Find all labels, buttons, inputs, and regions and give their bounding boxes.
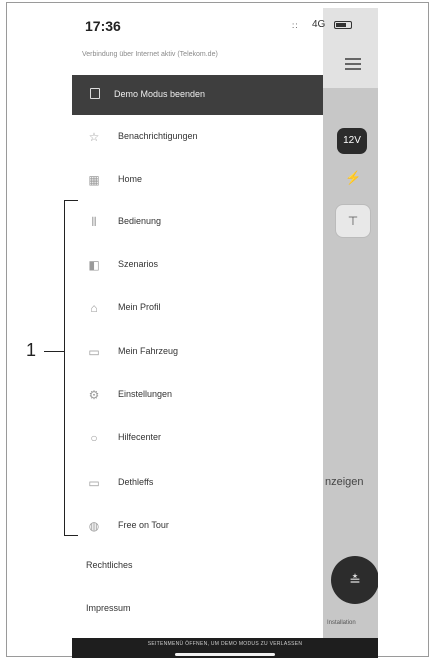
phone-screen: 12V ⚡ ⊤ nzeigen ≛ Installation Verbindun… [72, 8, 378, 658]
callout-line [44, 351, 64, 352]
connection-notice: Verbindung über Internet aktiv (Telekom.… [82, 51, 218, 58]
side-drawer: Verbindung über Internet aktiv (Telekom.… [72, 8, 323, 658]
footer-text: SEITENMENÜ ÖFFNEN, UM DEMO MODUS ZU VERL… [147, 641, 303, 647]
grid-icon: ▦ [88, 173, 100, 187]
brand-icon: ▭ [88, 476, 100, 490]
signal-icon: :: [292, 21, 299, 30]
vehicle-icon: ▭ [88, 345, 100, 359]
network-label: 4G [312, 19, 326, 30]
menu-item-free-on-tour[interactable]: ◍ Free on Tour [72, 511, 323, 541]
menu-item-hilfecenter[interactable]: ○ Hilfecenter [72, 423, 323, 453]
person-icon: ⌂ [90, 301, 98, 315]
rechtliches-link[interactable]: Rechtliches [86, 560, 133, 570]
exit-icon [90, 88, 100, 99]
menu-item-label: Bedienung [118, 216, 162, 226]
menu-item-dethleffs[interactable]: ▭ Dethleffs [72, 468, 323, 498]
menu-item-label: Mein Fahrzeug [118, 346, 179, 356]
demo-mode-label: Demo Modus beenden [114, 89, 206, 99]
menu-item-label: Einstellungen [118, 389, 173, 399]
control-pill-icon[interactable]: ⊤ [335, 204, 371, 238]
callout-number: 1 [26, 340, 37, 360]
floating-action-button[interactable]: ≛ [331, 556, 378, 604]
menu-item-mein-profil[interactable]: ⌂ Mein Profil [72, 293, 323, 323]
menu-item-home[interactable]: ▦ Home [72, 165, 323, 195]
demo-footer-banner: SEITENMENÜ ÖFFNEN, UM DEMO MODUS ZU VERL… [72, 638, 378, 658]
menu-item-label: Mein Profil [118, 302, 161, 312]
impressum-link[interactable]: Impressum [86, 603, 131, 613]
gear-icon: ⚙ [88, 388, 100, 402]
plug-icon[interactable]: ⚡ [345, 170, 361, 186]
menu-item-benachrichtigungen[interactable]: ☆ Benachrichtigungen [72, 122, 323, 152]
background-label: nzeigen [325, 476, 364, 488]
home-indicator[interactable] [175, 653, 275, 656]
bell-icon: ☆ [88, 130, 100, 144]
menu-item-label: Szenarios [118, 259, 159, 269]
status-bar: 17:36 :: 4G [72, 8, 378, 46]
menu-item-label: Hilfecenter [118, 432, 162, 442]
scenario-icon: ◧ [88, 258, 100, 272]
menu-item-mein-fahrzeug[interactable]: ▭ Mein Fahrzeug [72, 337, 323, 367]
globe-icon: ◍ [88, 519, 100, 533]
menu-item-szenarios[interactable]: ◧ Szenarios [72, 250, 323, 280]
menu-item-bedienung[interactable]: ⫴ Bedienung [72, 207, 323, 237]
sliders-icon: ⫴ [91, 215, 97, 229]
battery-icon [334, 21, 352, 29]
hamburger-menu-icon[interactable] [345, 58, 361, 70]
menu-item-label: Benachrichtigungen [118, 131, 198, 141]
callout-bracket [64, 200, 78, 536]
background-fab-label: Installation [327, 620, 356, 626]
menu-item-label: Dethleffs [118, 477, 154, 487]
background-app: 12V ⚡ ⊤ nzeigen ≛ Installation [323, 8, 378, 658]
demo-mode-exit-button[interactable]: Demo Modus beenden [72, 75, 323, 115]
status-time: 17:36 [85, 18, 121, 34]
menu-item-label: Home [118, 174, 143, 184]
help-icon: ○ [90, 431, 98, 445]
battery-12v-badge[interactable]: 12V [337, 128, 367, 154]
menu-item-label: Free on Tour [118, 520, 169, 530]
menu-item-einstellungen[interactable]: ⚙ Einstellungen [72, 380, 323, 410]
